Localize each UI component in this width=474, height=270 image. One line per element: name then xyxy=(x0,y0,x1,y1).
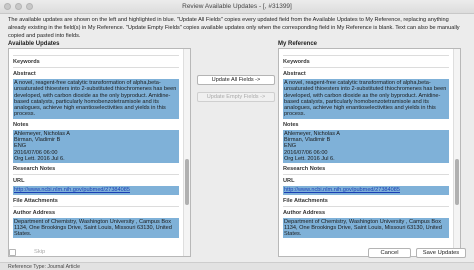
vertical-scrollbar[interactable] xyxy=(183,49,190,256)
vertical-scrollbar[interactable] xyxy=(453,49,460,256)
url-field[interactable]: http://www.ncbi.nlm.nih.gov/pubmed/27384… xyxy=(13,186,179,195)
field-divider xyxy=(283,205,449,207)
available-updates-panel[interactable]: Keywords Abstract A novel, reagent-free … xyxy=(8,48,191,257)
field-divider xyxy=(13,205,179,207)
update-all-fields-button[interactable]: Update All Fields -> xyxy=(197,75,275,85)
research-notes-label: Research Notes xyxy=(13,166,56,173)
abstract-label: Abstract xyxy=(13,71,36,77)
my-reference-panel[interactable]: Keywords Abstract A novel, reagent-free … xyxy=(278,48,461,257)
author-address-label: Author Address xyxy=(13,209,56,216)
status-bar: Reference Type: Journal Article xyxy=(0,262,474,270)
field-divider xyxy=(283,174,449,176)
keywords-label: Keywords xyxy=(13,59,40,65)
research-notes-label: Research Notes xyxy=(283,166,326,173)
field-divider xyxy=(13,55,179,56)
apply-to-all-checkbox[interactable] xyxy=(9,249,16,256)
author-address-field[interactable]: Department of Chemistry, Washington Univ… xyxy=(283,217,449,239)
url-label: URL xyxy=(13,178,25,185)
notes-line: Org Lett. 2016 Jul 6. xyxy=(14,155,65,162)
window-title: Review Available Updates - [, #31399] xyxy=(182,3,292,10)
window-controls xyxy=(4,3,33,10)
field-divider xyxy=(283,67,449,68)
url-label: URL xyxy=(283,178,295,185)
field-divider xyxy=(13,174,179,176)
url-field[interactable]: http://www.ncbi.nlm.nih.gov/pubmed/27384… xyxy=(283,186,449,195)
my-reference-label: My Reference xyxy=(278,41,318,47)
title-bar: Review Available Updates - [, #31399] xyxy=(0,0,474,14)
available-updates-label: Available Updates xyxy=(8,41,60,47)
update-empty-fields-button[interactable]: Update Empty Fields -> xyxy=(197,92,275,102)
notes-line: Org Lett. 2016 Jul 6. xyxy=(284,155,335,162)
close-window-icon[interactable] xyxy=(4,3,11,10)
file-attachments-label: File Attachments xyxy=(13,197,58,204)
scrollbar-thumb[interactable] xyxy=(185,159,189,205)
zoom-window-icon[interactable] xyxy=(26,3,33,10)
minimize-window-icon[interactable] xyxy=(15,3,22,10)
cancel-button[interactable]: Cancel xyxy=(368,248,411,258)
instructions-text: The available updates are shown on the l… xyxy=(8,17,460,40)
keywords-label: Keywords xyxy=(283,59,310,65)
author-address-field[interactable]: Department of Chemistry, Washington Univ… xyxy=(13,217,179,239)
abstract-label: Abstract xyxy=(283,71,306,77)
notes-label: Notes xyxy=(13,121,29,128)
reference-type-text: Reference Type: Journal Article xyxy=(8,264,80,270)
save-updates-button[interactable]: Save Updates xyxy=(416,248,466,258)
field-divider xyxy=(283,55,449,56)
notes-field[interactable]: Ahlemeyer, Nicholas A Birman, Vladimir B… xyxy=(283,129,449,164)
author-address-label: Author Address xyxy=(283,209,326,216)
field-divider xyxy=(13,67,179,68)
abstract-field[interactable]: A novel, reagent-free catalytic transfor… xyxy=(13,79,179,119)
abstract-field[interactable]: A novel, reagent-free catalytic transfor… xyxy=(283,79,449,119)
skip-button[interactable]: Skip xyxy=(34,249,45,255)
scrollbar-thumb[interactable] xyxy=(455,159,459,205)
notes-field[interactable]: Ahlemeyer, Nicholas A Birman, Vladimir B… xyxy=(13,129,179,164)
notes-label: Notes xyxy=(283,121,299,128)
file-attachments-label: File Attachments xyxy=(283,197,328,204)
